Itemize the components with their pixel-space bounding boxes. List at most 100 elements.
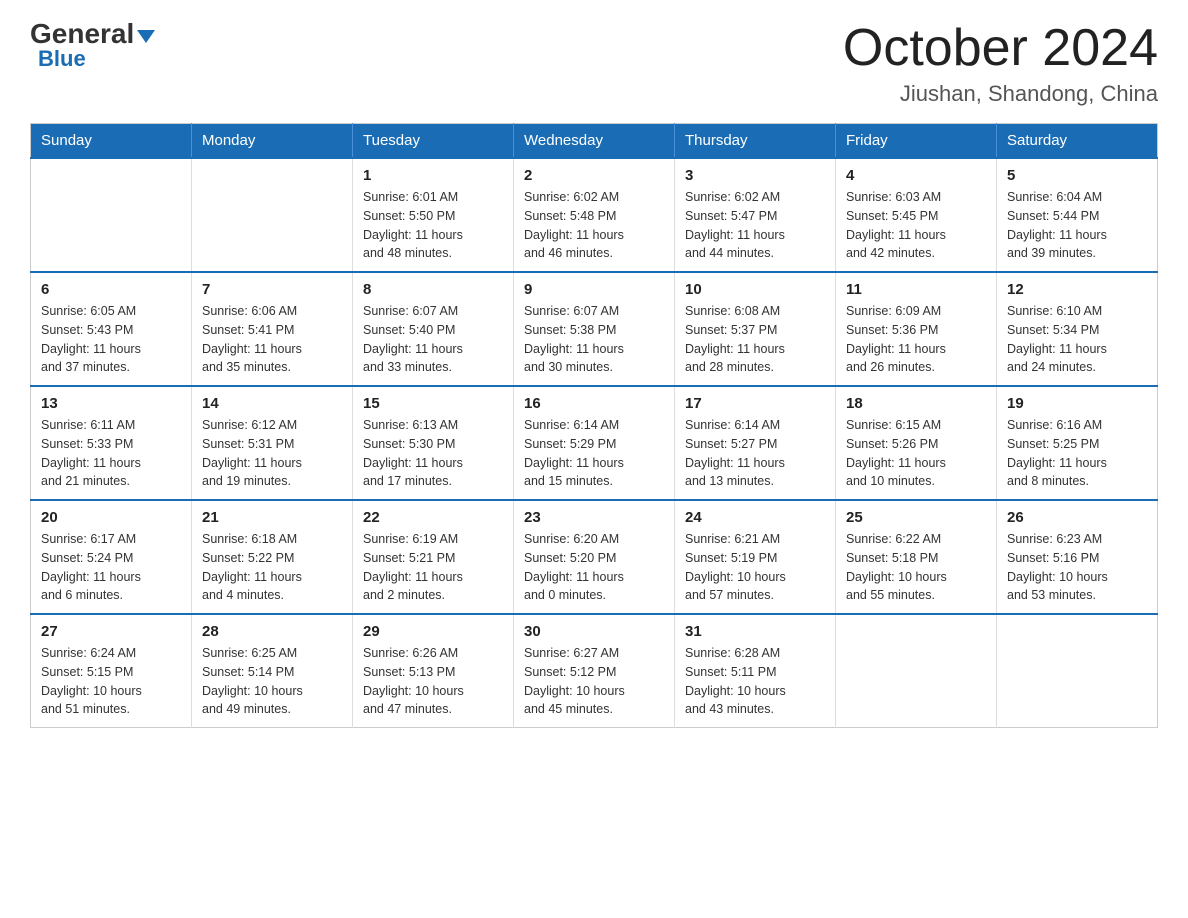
calendar-cell: 8 Sunrise: 6:07 AM Sunset: 5:40 PM Daylig… (353, 272, 514, 386)
day-number: 8 (363, 281, 503, 298)
logo-general-text: General (30, 20, 134, 48)
calendar-cell: 26 Sunrise: 6:23 AM Sunset: 5:16 PM Dayli… (997, 500, 1158, 614)
calendar-cell: 6 Sunrise: 6:05 AM Sunset: 5:43 PM Daylig… (31, 272, 192, 386)
calendar-cell: 19 Sunrise: 6:16 AM Sunset: 5:25 PM Dayli… (997, 386, 1158, 500)
day-info: Sunrise: 6:07 AM Sunset: 5:40 PM Dayligh… (363, 302, 503, 377)
day-info: Sunrise: 6:16 AM Sunset: 5:25 PM Dayligh… (1007, 416, 1147, 491)
calendar-cell: 3 Sunrise: 6:02 AM Sunset: 5:47 PM Daylig… (675, 158, 836, 272)
day-number: 6 (41, 281, 181, 298)
day-info: Sunrise: 6:14 AM Sunset: 5:29 PM Dayligh… (524, 416, 664, 491)
calendar-cell: 14Sunrise: 6:12 AM Sunset: 5:31 PM Dayli… (192, 386, 353, 500)
logo-arrow-icon (137, 30, 155, 43)
day-number: 16 (524, 395, 664, 412)
calendar-table: SundayMondayTuesdayWednesdayThursdayFrid… (30, 123, 1158, 728)
day-number: 3 (685, 167, 825, 184)
calendar-cell: 18 Sunrise: 6:15 AM Sunset: 5:26 PM Dayli… (836, 386, 997, 500)
calendar-header-row: SundayMondayTuesdayWednesdayThursdayFrid… (31, 124, 1158, 159)
day-number: 7 (202, 281, 342, 298)
calendar-cell (997, 614, 1158, 728)
day-info: Sunrise: 6:26 AM Sunset: 5:13 PM Dayligh… (363, 644, 503, 719)
calendar-week-row: 6 Sunrise: 6:05 AM Sunset: 5:43 PM Daylig… (31, 272, 1158, 386)
day-number: 10 (685, 281, 825, 298)
calendar-cell: 17 Sunrise: 6:14 AM Sunset: 5:27 PM Dayli… (675, 386, 836, 500)
day-number: 29 (363, 623, 503, 640)
calendar-week-row: 20Sunrise: 6:17 AM Sunset: 5:24 PM Dayli… (31, 500, 1158, 614)
calendar-cell (31, 158, 192, 272)
day-info: Sunrise: 6:19 AM Sunset: 5:21 PM Dayligh… (363, 530, 503, 605)
calendar-cell: 9 Sunrise: 6:07 AM Sunset: 5:38 PM Daylig… (514, 272, 675, 386)
page-header: General Blue October 2024 Jiushan, Shand… (30, 20, 1158, 107)
day-info: Sunrise: 6:27 AM Sunset: 5:12 PM Dayligh… (524, 644, 664, 719)
day-number: 17 (685, 395, 825, 412)
day-info: Sunrise: 6:17 AM Sunset: 5:24 PM Dayligh… (41, 530, 181, 605)
title-block: October 2024 Jiushan, Shandong, China (843, 20, 1158, 107)
calendar-header-saturday: Saturday (997, 124, 1158, 159)
day-info: Sunrise: 6:28 AM Sunset: 5:11 PM Dayligh… (685, 644, 825, 719)
calendar-cell: 29 Sunrise: 6:26 AM Sunset: 5:13 PM Dayli… (353, 614, 514, 728)
calendar-header-thursday: Thursday (675, 124, 836, 159)
calendar-cell: 13 Sunrise: 6:11 AM Sunset: 5:33 PM Dayli… (31, 386, 192, 500)
calendar-cell: 24 Sunrise: 6:21 AM Sunset: 5:19 PM Dayli… (675, 500, 836, 614)
day-number: 11 (846, 281, 986, 298)
calendar-cell: 20Sunrise: 6:17 AM Sunset: 5:24 PM Dayli… (31, 500, 192, 614)
day-number: 2 (524, 167, 664, 184)
calendar-cell (836, 614, 997, 728)
day-info: Sunrise: 6:12 AM Sunset: 5:31 PM Dayligh… (202, 416, 342, 491)
day-info: Sunrise: 6:09 AM Sunset: 5:36 PM Dayligh… (846, 302, 986, 377)
calendar-cell: 4Sunrise: 6:03 AM Sunset: 5:45 PM Daylig… (836, 158, 997, 272)
day-info: Sunrise: 6:08 AM Sunset: 5:37 PM Dayligh… (685, 302, 825, 377)
calendar-cell: 30 Sunrise: 6:27 AM Sunset: 5:12 PM Dayli… (514, 614, 675, 728)
calendar-header-sunday: Sunday (31, 124, 192, 159)
calendar-cell (192, 158, 353, 272)
calendar-header-wednesday: Wednesday (514, 124, 675, 159)
day-info: Sunrise: 6:11 AM Sunset: 5:33 PM Dayligh… (41, 416, 181, 491)
day-number: 18 (846, 395, 986, 412)
day-number: 21 (202, 509, 342, 526)
day-info: Sunrise: 6:22 AM Sunset: 5:18 PM Dayligh… (846, 530, 986, 605)
calendar-week-row: 27 Sunrise: 6:24 AM Sunset: 5:15 PM Dayli… (31, 614, 1158, 728)
day-info: Sunrise: 6:23 AM Sunset: 5:16 PM Dayligh… (1007, 530, 1147, 605)
day-info: Sunrise: 6:05 AM Sunset: 5:43 PM Dayligh… (41, 302, 181, 377)
calendar-cell: 10 Sunrise: 6:08 AM Sunset: 5:37 PM Dayli… (675, 272, 836, 386)
day-number: 31 (685, 623, 825, 640)
day-info: Sunrise: 6:02 AM Sunset: 5:47 PM Dayligh… (685, 188, 825, 263)
day-info: Sunrise: 6:18 AM Sunset: 5:22 PM Dayligh… (202, 530, 342, 605)
calendar-cell: 5 Sunrise: 6:04 AM Sunset: 5:44 PM Daylig… (997, 158, 1158, 272)
calendar-cell: 12Sunrise: 6:10 AM Sunset: 5:34 PM Dayli… (997, 272, 1158, 386)
day-number: 28 (202, 623, 342, 640)
month-title: October 2024 (843, 20, 1158, 77)
day-info: Sunrise: 6:10 AM Sunset: 5:34 PM Dayligh… (1007, 302, 1147, 377)
day-number: 5 (1007, 167, 1147, 184)
calendar-cell: 16 Sunrise: 6:14 AM Sunset: 5:29 PM Dayli… (514, 386, 675, 500)
day-info: Sunrise: 6:14 AM Sunset: 5:27 PM Dayligh… (685, 416, 825, 491)
calendar-cell: 1Sunrise: 6:01 AM Sunset: 5:50 PM Daylig… (353, 158, 514, 272)
day-info: Sunrise: 6:03 AM Sunset: 5:45 PM Dayligh… (846, 188, 986, 263)
day-info: Sunrise: 6:15 AM Sunset: 5:26 PM Dayligh… (846, 416, 986, 491)
calendar-cell: 31 Sunrise: 6:28 AM Sunset: 5:11 PM Dayli… (675, 614, 836, 728)
day-number: 30 (524, 623, 664, 640)
day-info: Sunrise: 6:04 AM Sunset: 5:44 PM Dayligh… (1007, 188, 1147, 263)
day-number: 27 (41, 623, 181, 640)
calendar-cell: 15Sunrise: 6:13 AM Sunset: 5:30 PM Dayli… (353, 386, 514, 500)
day-info: Sunrise: 6:06 AM Sunset: 5:41 PM Dayligh… (202, 302, 342, 377)
calendar-cell: 21 Sunrise: 6:18 AM Sunset: 5:22 PM Dayli… (192, 500, 353, 614)
calendar-cell: 25Sunrise: 6:22 AM Sunset: 5:18 PM Dayli… (836, 500, 997, 614)
calendar-cell: 22Sunrise: 6:19 AM Sunset: 5:21 PM Dayli… (353, 500, 514, 614)
calendar-cell: 2 Sunrise: 6:02 AM Sunset: 5:48 PM Daylig… (514, 158, 675, 272)
day-info: Sunrise: 6:02 AM Sunset: 5:48 PM Dayligh… (524, 188, 664, 263)
day-number: 24 (685, 509, 825, 526)
logo-blue-text: Blue (38, 48, 86, 70)
day-number: 19 (1007, 395, 1147, 412)
day-number: 26 (1007, 509, 1147, 526)
day-info: Sunrise: 6:21 AM Sunset: 5:19 PM Dayligh… (685, 530, 825, 605)
day-number: 15 (363, 395, 503, 412)
calendar-header-monday: Monday (192, 124, 353, 159)
calendar-cell: 23Sunrise: 6:20 AM Sunset: 5:20 PM Dayli… (514, 500, 675, 614)
day-number: 1 (363, 167, 503, 184)
day-info: Sunrise: 6:24 AM Sunset: 5:15 PM Dayligh… (41, 644, 181, 719)
day-number: 9 (524, 281, 664, 298)
day-number: 13 (41, 395, 181, 412)
calendar-week-row: 13 Sunrise: 6:11 AM Sunset: 5:33 PM Dayli… (31, 386, 1158, 500)
day-info: Sunrise: 6:07 AM Sunset: 5:38 PM Dayligh… (524, 302, 664, 377)
location-text: Jiushan, Shandong, China (843, 81, 1158, 107)
